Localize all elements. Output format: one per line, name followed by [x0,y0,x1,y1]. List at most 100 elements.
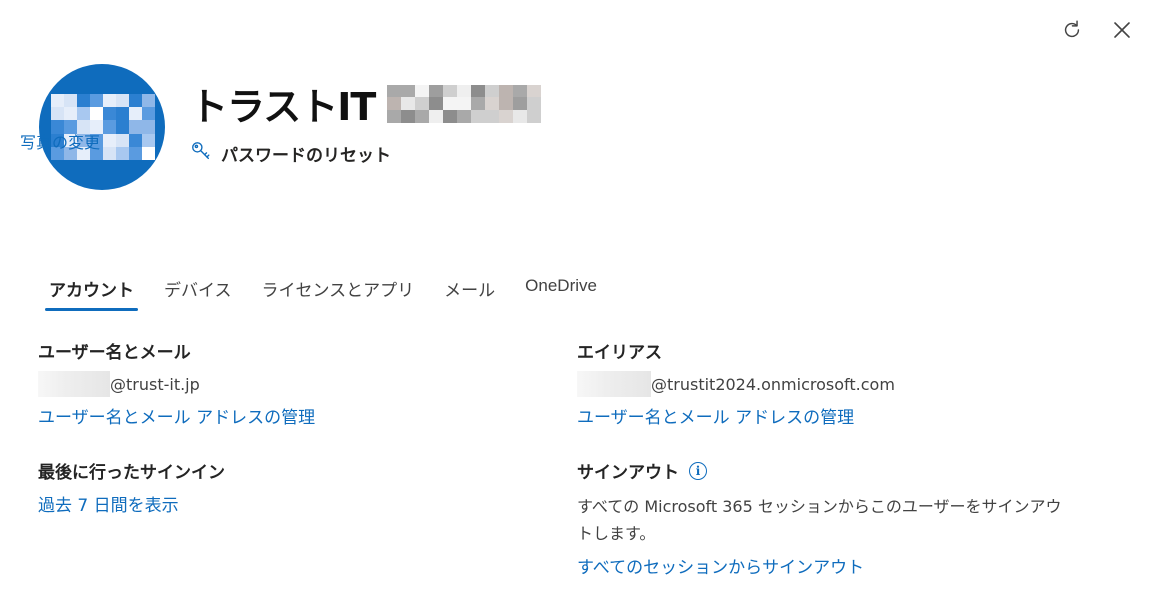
refresh-icon[interactable] [1058,16,1086,44]
mosaic-tile [77,94,90,108]
signout-title: サインアウト [577,463,679,483]
mosaic-tile [513,84,528,98]
mosaic-tile [103,120,116,134]
mosaic-tile [103,133,116,147]
alias-domain: @trustit2024.onmicrosoft.com [651,374,895,394]
close-icon[interactable] [1108,16,1136,44]
mosaic-tile [116,107,129,121]
mosaic-tile [499,97,514,110]
redacted-username [38,371,110,397]
avatar-section [38,64,166,190]
mosaic-tile [527,84,542,98]
mosaic-tile [457,97,472,110]
manage-username-email-link[interactable]: ユーザー名とメール アドレスの管理 [38,403,315,428]
mosaic-tile [415,84,430,98]
redacted-name [387,84,542,123]
user-display-name: トラストIT [190,85,376,129]
mosaic-tile [457,109,472,123]
mosaic-tile [527,97,542,110]
tab-devices[interactable]: デバイス [164,270,232,311]
username-email-value: @trust-it.jp [38,371,315,397]
alias-value: @trustit2024.onmicrosoft.com [577,371,895,397]
signout-title-row: サインアウト i [577,458,1077,483]
mosaic-tile [64,107,77,121]
mosaic-tile [485,109,500,123]
mosaic-tile [499,84,514,98]
mosaic-tile [103,94,116,108]
tab-account[interactable]: アカウント [45,270,138,311]
last-signin-title: 最後に行ったサインイン [38,463,225,483]
username-email-section: ユーザー名とメール @trust-it.jp ユーザー名とメール アドレスの管理 [38,338,315,428]
mosaic-tile [51,94,64,108]
mosaic-tile [401,84,416,98]
mosaic-tile [527,109,542,123]
mosaic-tile [443,97,458,110]
alias-title: エイリアス [577,343,662,363]
mosaic-tile [64,94,77,108]
username-email-domain: @trust-it.jp [110,374,200,394]
mosaic-tile [142,146,155,160]
mosaic-tile [471,97,486,110]
mosaic-tile [387,84,402,98]
mosaic-tile [116,94,129,108]
tab-onedrive[interactable]: OneDrive [525,270,597,311]
reset-password-button[interactable]: パスワードのリセット [190,140,391,166]
mosaic-tile [499,109,514,123]
mosaic-tile [485,97,500,110]
mosaic-tile [513,109,528,123]
mosaic-tile [142,94,155,108]
manage-alias-link[interactable]: ユーザー名とメール アドレスの管理 [577,403,895,428]
mosaic-tile [457,84,472,98]
avatar[interactable] [39,64,165,190]
mosaic-tile [116,146,129,160]
mosaic-tile [513,97,528,110]
last-signin-section: 最後に行ったサインイン 過去 7 日間を表示 [38,458,225,516]
mosaic-tile [142,133,155,147]
mosaic-tile [443,84,458,98]
mosaic-tile [401,109,416,123]
mosaic-tile [471,84,486,98]
alias-section: エイリアス @trustit2024.onmicrosoft.com ユーザー名… [577,338,895,428]
view-last-7-days-link[interactable]: 過去 7 日間を表示 [38,491,225,516]
mosaic-tile [401,97,416,110]
mosaic-tile [387,97,402,110]
panel-actions [1058,16,1136,44]
tab-licenses-apps[interactable]: ライセンスとアプリ [262,270,415,311]
mosaic-tile [90,94,103,108]
mosaic-tile [77,107,90,121]
change-photo-link[interactable]: 写真の変更 [20,129,100,153]
mosaic-tile [129,120,142,134]
mosaic-tile [129,107,142,121]
mosaic-tile [429,97,444,110]
mosaic-tile [103,146,116,160]
mosaic-tile [429,84,444,98]
mosaic-tile [129,146,142,160]
mosaic-tile [90,107,103,121]
mosaic-tile [415,97,430,110]
user-name-row: トラストIT [190,76,542,131]
user-details-panel: 写真の変更 トラストIT パスワードのリセット アカウント デバイス ライセンス… [0,0,1154,597]
username-email-title: ユーザー名とメール [38,343,191,363]
mosaic-tile [116,133,129,147]
mosaic-tile [142,107,155,121]
mosaic-tile [471,109,486,123]
mosaic-tile [443,109,458,123]
mosaic-tile [415,109,430,123]
signout-description: すべての Microsoft 365 セッションからこのユーザーをサインアウトし… [577,497,1062,543]
tab-mail[interactable]: メール [444,270,495,311]
mosaic-tile [429,109,444,123]
mosaic-tile [103,107,116,121]
mosaic-tile [485,84,500,98]
mosaic-tile [387,109,402,123]
mosaic-tile [51,107,64,121]
signout-section: サインアウト i すべての Microsoft 365 セッションからこのユーザ… [577,458,1077,578]
signout-all-sessions-link[interactable]: すべてのセッションからサインアウト [577,553,1077,578]
mosaic-tile [142,120,155,134]
mosaic-tile [129,133,142,147]
mosaic-tile [129,94,142,108]
reset-password-label: パスワードのリセット [221,145,391,166]
info-icon[interactable]: i [689,461,707,480]
redacted-alias [577,371,651,397]
mosaic-tile [116,120,129,134]
key-icon [190,140,212,166]
